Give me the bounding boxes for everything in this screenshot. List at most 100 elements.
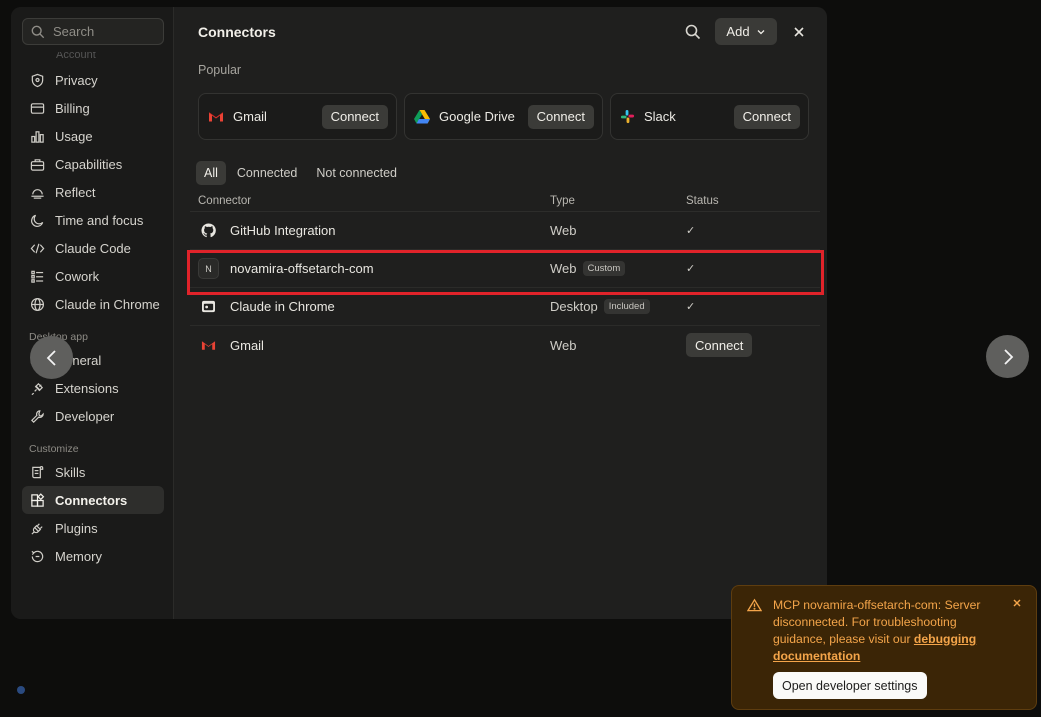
chevron-right-icon	[1003, 348, 1013, 365]
sidebar-item-label: Capabilities	[55, 156, 123, 172]
connect-button[interactable]: Connect	[527, 104, 594, 129]
shield-icon	[31, 73, 44, 87]
reflect-icon	[31, 188, 44, 199]
table-header: Connector Type Status	[190, 190, 820, 212]
sidebar-item-time-and-focus[interactable]: Time and focus	[22, 206, 164, 234]
connector-icon	[31, 492, 45, 507]
chevron-down-icon	[757, 29, 765, 34]
popular-card-gmail: Gmail Connect	[198, 93, 397, 140]
sidebar-item-label: Reflect	[55, 184, 96, 200]
sidebar-item-memory[interactable]: Memory	[22, 542, 164, 570]
connector-name: GitHub Integration	[230, 223, 336, 238]
connector-name: Gmail	[230, 337, 264, 353]
popular-card-slack: Slack Connect	[610, 93, 809, 140]
check-icon: ✓	[686, 225, 696, 237]
sidebar-item-billing[interactable]: Billing	[22, 94, 164, 122]
gmail-logo-icon	[198, 335, 219, 356]
column-type: Type	[550, 194, 575, 207]
plug-icon	[31, 522, 43, 535]
sidebar-item-label: Privacy	[55, 72, 98, 88]
close-icon	[794, 26, 804, 37]
code-icon	[30, 243, 45, 253]
sidebar-item-extensions[interactable]: Extensions	[22, 374, 164, 402]
sidebar-item-label: Memory	[55, 548, 102, 564]
popular-heading: Popular	[198, 63, 242, 77]
table-row[interactable]: Gmail Web Connect	[190, 326, 820, 364]
sidebar-item-label: Skills	[55, 464, 86, 480]
search-icon	[31, 25, 45, 38]
column-status: Status	[686, 194, 719, 207]
mcp-error-toast: MCP novamira-offsetarch-com: Server disc…	[731, 585, 1037, 710]
github-icon	[198, 220, 219, 241]
sidebar-item-label: Claude in Chrome	[55, 296, 160, 312]
open-developer-settings-button[interactable]: Open developer settings	[773, 672, 927, 699]
bar-chart-icon	[31, 130, 44, 143]
close-button[interactable]	[787, 20, 811, 44]
sidebar-item-reflect[interactable]: Reflect	[22, 178, 164, 206]
connect-button[interactable]: Connect	[733, 104, 800, 129]
sidebar-item-label: Time and focus	[55, 212, 144, 228]
sidebar-item-claude-code[interactable]: Claude Code	[22, 234, 164, 262]
connector-name: Claude in Chrome	[230, 299, 335, 314]
card-name: Gmail	[233, 109, 267, 124]
filter-all[interactable]: All	[196, 161, 226, 185]
filter-connected[interactable]: Connected	[229, 161, 305, 185]
sidebar-item-cowork[interactable]: Cowork	[22, 262, 164, 290]
search-button[interactable]	[681, 20, 705, 44]
search-input[interactable]: Search	[22, 18, 164, 45]
connector-type: Web	[550, 223, 577, 238]
sidebar-item-connectors[interactable]: Connectors	[22, 486, 164, 514]
connect-button[interactable]: Connect	[321, 104, 388, 129]
sidebar-item-account-faded[interactable]: Account	[22, 52, 164, 66]
puzzle-icon	[31, 382, 44, 395]
sidebar-item-privacy[interactable]: Privacy	[22, 66, 164, 94]
carousel-next-button[interactable]	[986, 335, 1029, 378]
section-customize: Customize	[29, 443, 79, 455]
connector-type: Desktop	[550, 299, 598, 314]
wrench-icon	[31, 409, 44, 423]
filter-not-connected[interactable]: Not connected	[308, 161, 405, 185]
carousel-prev-button[interactable]	[30, 336, 73, 379]
card-name: Slack	[644, 109, 676, 124]
check-icon: ✓	[686, 301, 696, 313]
column-connector: Connector	[198, 194, 252, 207]
add-button[interactable]: Add	[715, 18, 777, 45]
add-button-label: Add	[726, 24, 750, 39]
sidebar-item-label: Usage	[55, 128, 93, 144]
popular-card-google-drive: Google Drive Connect	[404, 93, 603, 140]
connector-type: Web	[550, 337, 577, 353]
card-name: Google Drive	[439, 109, 515, 124]
highlight-box	[187, 250, 824, 295]
toolbox-icon	[30, 158, 45, 171]
status-dot	[17, 686, 25, 694]
sidebar-item-label: Cowork	[55, 268, 100, 284]
credit-card-icon	[30, 102, 45, 114]
toast-close-icon[interactable]	[1012, 598, 1022, 608]
globe-icon	[30, 297, 45, 311]
sidebar-item-label: Billing	[55, 100, 90, 116]
gmail-logo-icon	[208, 112, 224, 122]
sidebar-item-developer[interactable]: Developer	[22, 402, 164, 430]
sidebar-item-claude-in-chrome[interactable]: Claude in Chrome	[22, 290, 164, 318]
connectors-panel: Connectors Add Popular Gmail Connect Goo	[174, 7, 827, 619]
moon-icon	[31, 214, 44, 227]
settings-modal: Search Account Privacy Billing Usage Cap…	[11, 7, 827, 619]
connect-button[interactable]: Connect	[686, 333, 753, 357]
sidebar-item-label: Plugins	[55, 520, 98, 536]
scroll-icon	[32, 465, 44, 478]
sidebar-item-skills[interactable]: Skills	[22, 458, 164, 486]
google-drive-logo-icon	[414, 109, 430, 123]
sidebar-item-capabilities[interactable]: Capabilities	[22, 150, 164, 178]
toast-message: MCP novamira-offsetarch-com: Server disc…	[773, 597, 1005, 665]
table-row[interactable]: GitHub Integration Web ✓	[190, 212, 820, 250]
sidebar-item-plugins[interactable]: Plugins	[22, 514, 164, 542]
warning-icon	[747, 598, 762, 612]
sidebar-item-label: Claude Code	[55, 240, 131, 256]
chrome-extension-icon	[198, 296, 219, 317]
sidebar-item-label: Extensions	[55, 380, 119, 396]
chevron-left-icon	[46, 349, 56, 366]
sidebar-item-label: Developer	[55, 408, 115, 424]
settings-sidebar: Search Account Privacy Billing Usage Cap…	[11, 7, 174, 619]
sidebar-item-usage[interactable]: Usage	[22, 122, 164, 150]
list-icon	[31, 270, 44, 283]
